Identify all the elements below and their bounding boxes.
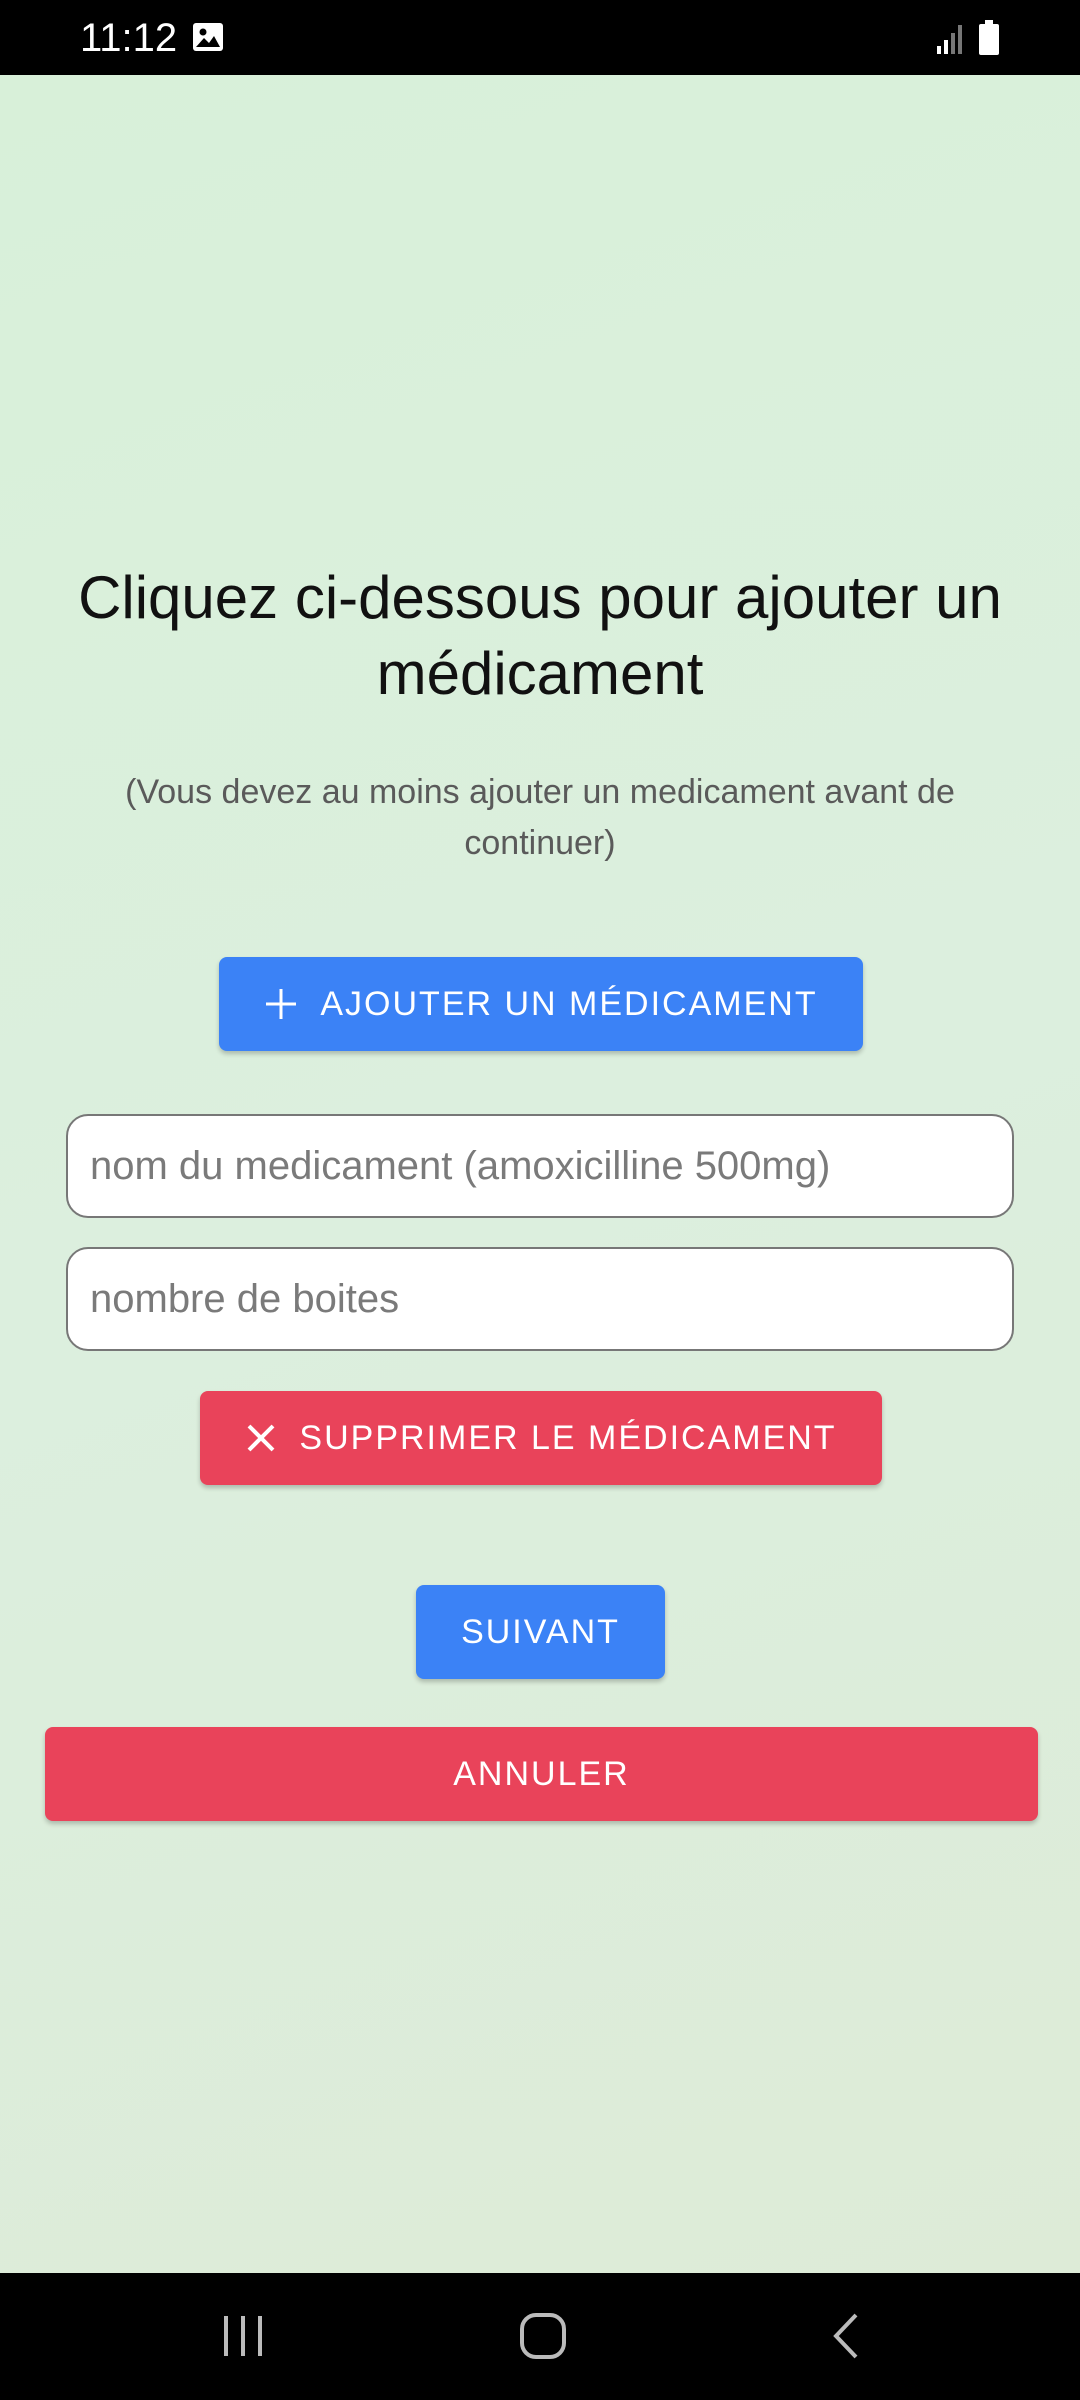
status-bar: 11:12 (0, 0, 1080, 75)
signal-icon (937, 25, 962, 54)
next-button[interactable]: SUIVANT (416, 1585, 665, 1679)
boxes-count-input[interactable] (66, 1247, 1014, 1351)
image-icon (193, 23, 223, 51)
home-icon[interactable] (518, 2311, 568, 2361)
instruction-text: (Vous devez au moins ajouter un medicame… (125, 773, 955, 862)
app-screen: Cliquez ci-dessous pour ajouter un médic… (0, 75, 1080, 2273)
battery-icon (979, 20, 999, 55)
remove-medication-label: SUPPRIMER LE MÉDICAMENT (299, 1418, 837, 1457)
recent-apps-icon[interactable] (220, 2313, 266, 2359)
plus-icon (264, 987, 298, 1021)
next-button-label: SUIVANT (461, 1612, 620, 1651)
back-icon[interactable] (826, 2311, 866, 2361)
cancel-button-label: ANNULER (453, 1754, 630, 1793)
add-medication-button[interactable]: AJOUTER UN MÉDICAMENT (219, 957, 863, 1051)
navigation-bar (0, 2273, 1080, 2400)
remove-medication-button[interactable]: SUPPRIMER LE MÉDICAMENT (200, 1391, 882, 1485)
status-time: 11:12 (80, 16, 178, 60)
close-icon (245, 1422, 277, 1454)
cancel-button[interactable]: ANNULER (45, 1727, 1038, 1821)
page-heading: Cliquez ci-dessous pour ajouter un médic… (78, 564, 1002, 707)
add-medication-label: AJOUTER UN MÉDICAMENT (320, 984, 818, 1023)
medication-name-input[interactable] (66, 1114, 1014, 1218)
